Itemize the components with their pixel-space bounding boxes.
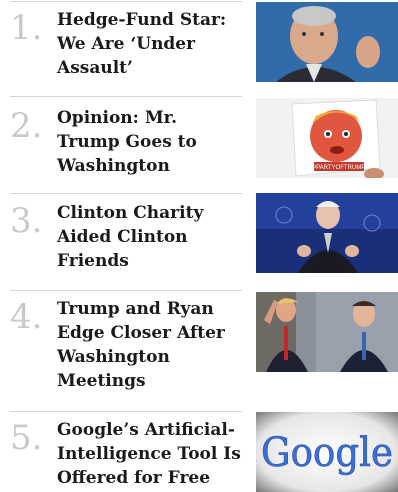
rank-number: 3. — [10, 201, 43, 241]
trump-and-ryan-photo[interactable] — [256, 292, 398, 372]
photo-google-logo: Google — [256, 412, 398, 492]
headline-link[interactable]: Trump and Ryan Edge Closer After Washing… — [57, 297, 245, 393]
divider — [10, 290, 242, 291]
rank-number: 4. — [10, 297, 43, 337]
google-logo-photo[interactable]: Google — [256, 412, 398, 492]
trump-caricature-sign-photo[interactable]: #PARTYOFTRUMP — [256, 98, 398, 178]
photo-trump-caricature-sign: #PARTYOFTRUMP — [256, 98, 398, 178]
photo-hedge-fund-star — [256, 2, 398, 82]
rank-number: 5. — [10, 418, 43, 458]
google-logo-text: Google — [261, 430, 393, 476]
rank-number: 2. — [10, 106, 43, 146]
sign-text: #PARTYOFTRUMP — [313, 165, 365, 171]
headline-link[interactable]: Hedge-Fund Star: We Are ‘Under Assault’ — [57, 8, 245, 80]
rank-number: 1. — [10, 8, 43, 48]
hedge-fund-star-photo[interactable] — [256, 2, 398, 82]
photo-trump-and-ryan — [256, 292, 398, 372]
headline-link[interactable]: Clinton Charity Aided Clinton Friends — [57, 201, 245, 273]
divider — [10, 193, 242, 194]
headline-link[interactable]: Opinion: Mr. Trump Goes to Washington — [57, 106, 245, 178]
clinton-speaking-photo[interactable] — [256, 193, 398, 273]
headline-link[interactable]: Google’s Artificial-Intelligence Tool Is… — [57, 418, 245, 490]
divider — [10, 1, 242, 2]
most-popular-list: 1. Hedge-Fund Star: We Are ‘Under Assaul… — [0, 0, 398, 492]
photo-clinton-speaking — [256, 193, 398, 273]
divider — [10, 411, 242, 412]
divider — [10, 96, 242, 97]
